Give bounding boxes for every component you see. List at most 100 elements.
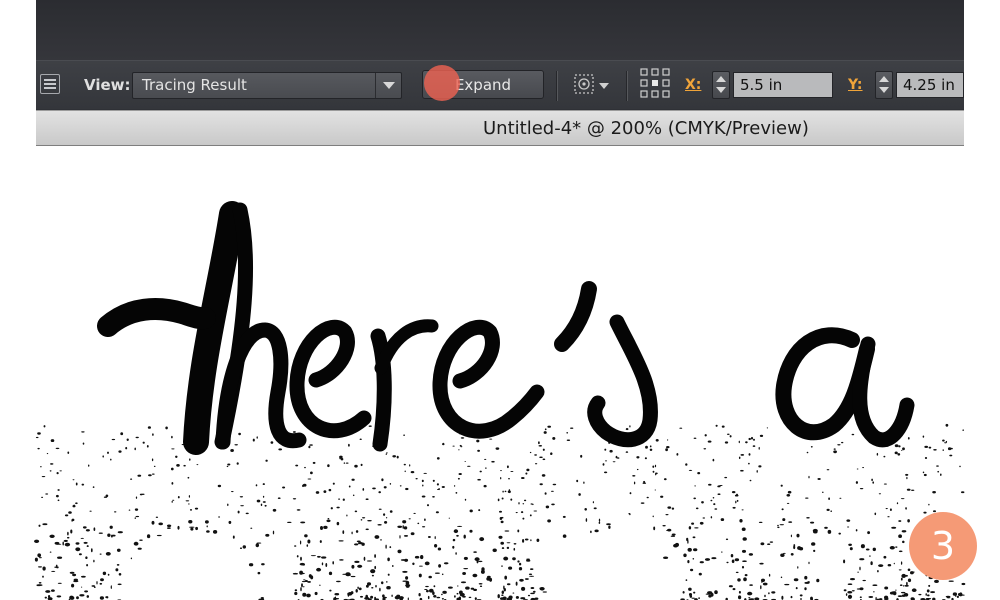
speckle bbox=[518, 566, 523, 571]
speckle bbox=[506, 465, 509, 469]
speckle bbox=[646, 496, 649, 499]
speckle bbox=[46, 453, 49, 455]
speckle bbox=[409, 464, 411, 467]
speckle bbox=[256, 436, 258, 439]
x-coordinate-label[interactable]: X: bbox=[685, 77, 701, 93]
speckle bbox=[856, 468, 859, 470]
speckle bbox=[397, 525, 403, 528]
speckle bbox=[688, 469, 693, 471]
speckle bbox=[93, 559, 95, 563]
speckle bbox=[529, 451, 532, 454]
speckle bbox=[314, 591, 318, 596]
speckle bbox=[116, 564, 120, 566]
speckle bbox=[80, 537, 84, 539]
speckle bbox=[42, 575, 44, 578]
x-stepper-icon[interactable] bbox=[712, 71, 730, 99]
transform-dropdown-icon[interactable] bbox=[599, 83, 609, 89]
reference-point-icon[interactable] bbox=[640, 68, 670, 98]
speckle bbox=[903, 592, 909, 597]
speckle bbox=[477, 449, 480, 452]
speckle bbox=[845, 593, 848, 597]
speckle bbox=[547, 425, 552, 428]
speckle bbox=[928, 584, 931, 587]
speckle bbox=[171, 481, 174, 485]
document-tab-title: Untitled-4* @ 200% (CMYK/Preview) bbox=[483, 118, 809, 139]
speckle bbox=[467, 465, 471, 467]
artboard-canvas[interactable] bbox=[0, 145, 1000, 600]
speckle bbox=[787, 490, 792, 494]
speckle bbox=[351, 531, 353, 535]
speckle bbox=[57, 489, 60, 491]
speckle bbox=[73, 578, 78, 581]
speckle bbox=[898, 520, 902, 522]
dropdown-arrow-icon[interactable] bbox=[375, 73, 401, 98]
speckle bbox=[857, 571, 859, 573]
speckle bbox=[262, 483, 265, 486]
speckle bbox=[316, 567, 322, 572]
x-coordinate-field[interactable]: 5.5 in bbox=[733, 72, 833, 98]
speckle bbox=[524, 538, 529, 541]
speckle bbox=[729, 435, 732, 438]
speckle bbox=[883, 555, 887, 559]
speckle bbox=[874, 512, 877, 516]
speckle bbox=[603, 471, 608, 474]
speckle bbox=[89, 510, 92, 512]
speckle bbox=[693, 497, 697, 500]
speckle bbox=[654, 489, 656, 491]
speckle bbox=[385, 453, 387, 455]
speckle bbox=[415, 478, 418, 480]
speckle bbox=[960, 491, 965, 494]
speckle bbox=[109, 525, 113, 529]
speckle bbox=[662, 525, 666, 527]
y-stepper-icon[interactable] bbox=[875, 71, 893, 99]
view-dropdown[interactable]: Tracing Result bbox=[132, 72, 402, 99]
speckle bbox=[342, 530, 345, 535]
speckle bbox=[405, 576, 409, 580]
panel-menu-icon[interactable] bbox=[40, 74, 60, 94]
speckle bbox=[118, 572, 122, 576]
speckle bbox=[49, 463, 54, 465]
speckle bbox=[660, 495, 664, 498]
speckle bbox=[463, 568, 469, 570]
speckle bbox=[847, 594, 853, 599]
speckle bbox=[137, 547, 142, 550]
speckle bbox=[769, 541, 774, 543]
speckle bbox=[895, 589, 897, 591]
speckle bbox=[616, 457, 620, 459]
speckle bbox=[386, 581, 388, 583]
speckle bbox=[448, 517, 450, 519]
speckle bbox=[151, 473, 155, 475]
speckle bbox=[566, 439, 571, 442]
speckle bbox=[137, 474, 142, 477]
speckle bbox=[645, 445, 648, 449]
speckle bbox=[194, 507, 199, 510]
speckle bbox=[699, 521, 704, 525]
speckle bbox=[453, 529, 459, 534]
speckle bbox=[517, 529, 520, 533]
speckle bbox=[296, 509, 301, 511]
speckle bbox=[570, 427, 574, 429]
expand-button[interactable]: Expand bbox=[422, 70, 544, 99]
speckle bbox=[441, 486, 445, 488]
speckle bbox=[463, 534, 466, 539]
speckle bbox=[134, 508, 139, 511]
speckle bbox=[959, 594, 965, 596]
speckle bbox=[403, 463, 406, 466]
speckle bbox=[49, 534, 55, 538]
y-coordinate-label[interactable]: Y: bbox=[848, 77, 863, 93]
speckle bbox=[260, 503, 263, 507]
document-tab[interactable]: Untitled-4* @ 200% (CMYK/Preview) bbox=[36, 110, 964, 146]
speckle bbox=[70, 529, 73, 534]
speckle bbox=[747, 591, 753, 596]
speckle bbox=[434, 572, 440, 574]
y-coordinate-field[interactable]: 4.25 in bbox=[896, 72, 964, 98]
speckle bbox=[81, 431, 85, 433]
speckle bbox=[277, 497, 281, 500]
speckle bbox=[692, 558, 695, 560]
speckle bbox=[75, 542, 80, 545]
speckle bbox=[655, 439, 659, 442]
transform-icon[interactable] bbox=[573, 73, 595, 95]
speckle bbox=[434, 544, 438, 548]
speckle bbox=[695, 507, 699, 510]
speckle bbox=[442, 442, 445, 446]
